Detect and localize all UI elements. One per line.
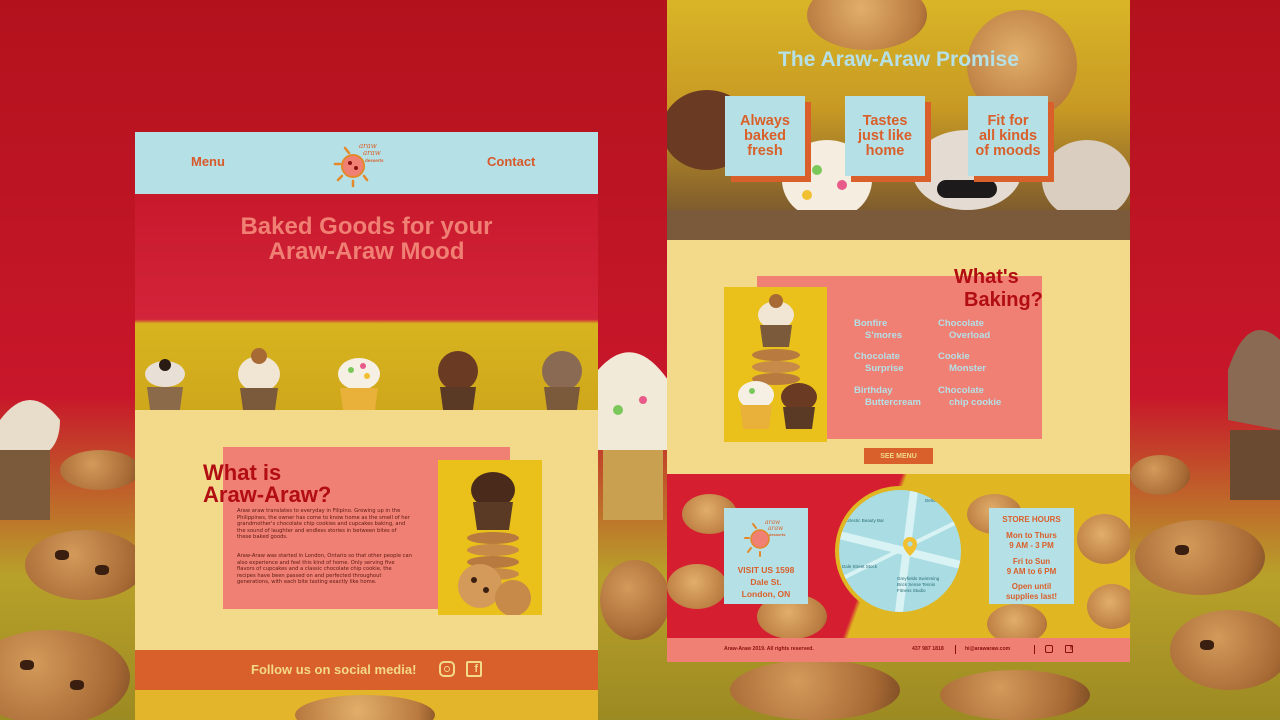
facebook-icon[interactable]: f <box>1065 645 1073 653</box>
footer-divider <box>1034 645 1035 654</box>
bg-cookie <box>600 560 670 640</box>
map-label: Dale Street Stock <box>842 564 878 569</box>
cupcake-image <box>338 358 380 410</box>
bg-cupcake <box>1228 330 1280 500</box>
instagram-icon[interactable] <box>1045 645 1053 653</box>
bg-cupcake <box>598 352 668 520</box>
hero-title: Baked Goods for your Araw-Araw Mood <box>135 214 598 264</box>
cookie-image <box>667 564 727 609</box>
flavor-item[interactable]: Cookie Monster <box>938 351 986 375</box>
cookie-image <box>987 604 1047 638</box>
baking-title: What's Baking? <box>954 266 1043 312</box>
map-label: Greyfields Swimming <box>897 576 940 581</box>
baking-title-line: What's <box>954 266 1019 288</box>
nav-contact-link[interactable]: Contact <box>487 154 535 169</box>
address: VISIT US 1598 Dale St. London, ON <box>737 565 795 599</box>
footer: Araw-Araw 2019. All rights reserved. 437… <box>667 638 1130 662</box>
svg-text:desserts: desserts <box>365 158 384 163</box>
about-paragraph: Araw-Araw was started in London, Ontario… <box>237 553 413 586</box>
copyright: Araw-Araw 2019. All rights reserved. <box>724 646 814 652</box>
facebook-icon[interactable]: f <box>466 661 482 677</box>
bg-cookie <box>1135 520 1265 595</box>
nav-bar: Menu araw araw desserts Contact <box>135 132 598 194</box>
araw-araw-logo: araw araw desserts <box>744 519 786 557</box>
bg-cookie <box>940 670 1090 720</box>
map-label: Brick Sense Tennis <box>897 582 936 587</box>
map-label: Dellorn <box>925 498 940 503</box>
about-title: What is Araw-Araw? <box>203 462 423 506</box>
flavor-item[interactable]: Bonfire S'mores <box>854 318 902 342</box>
nav-menu-link[interactable]: Menu <box>191 154 225 169</box>
map-label: Fitness Studio <box>897 588 926 593</box>
flavor-item[interactable]: Chocolate Surprise <box>854 351 904 375</box>
bg-cupcake <box>0 400 60 520</box>
footer-divider <box>955 645 956 654</box>
see-menu-button[interactable]: SEE MENU <box>864 448 933 464</box>
flavor-item[interactable]: Chocolate Overload <box>938 318 990 342</box>
hero-section: Baked Goods for your Araw-Araw Mood <box>135 194 598 410</box>
flavor-item[interactable]: Chocolate chip cookie <box>938 385 1001 409</box>
home-page-mockup: Menu araw araw desserts Contact Baked Go… <box>135 132 598 720</box>
bg-cookie <box>0 630 130 720</box>
about-paragraph: Araw araw translates to everyday in Fili… <box>237 508 410 541</box>
footer-image-strip <box>135 690 598 720</box>
cookie-image <box>807 0 927 50</box>
cupcake-image <box>542 351 582 410</box>
cupcake-image <box>238 348 280 410</box>
flavor-item[interactable]: Birthday Buttercream <box>854 385 921 409</box>
promise-card: Fit for all kinds of moods <box>968 96 1048 176</box>
hero-title-line: Araw-Araw Mood <box>268 238 465 265</box>
hours-weekend: Fri to Sun 9 AM to 6 PM <box>1006 557 1057 576</box>
about-title-line: What is <box>203 460 282 485</box>
bg-cookie <box>1130 455 1190 495</box>
svg-text:desserts: desserts <box>769 532 786 537</box>
bg-cookie <box>1170 610 1280 690</box>
social-text: Follow us on social media! <box>251 662 417 677</box>
svg-text:araw: araw <box>768 525 784 532</box>
social-bar: Follow us on social media! f <box>135 650 598 690</box>
bg-cookie <box>60 450 140 490</box>
hours-title: STORE HOURS <box>1002 515 1061 524</box>
phone: 437 987 1818 <box>912 646 944 652</box>
cupcake-tower-image <box>724 287 827 442</box>
cookie-image <box>1077 514 1130 564</box>
cupcake-stack-image <box>438 460 542 615</box>
promise-title: The Araw-Araw Promise <box>778 48 1019 71</box>
hours-weekday: Mon to Thurs 9 AM - 3 PM <box>1006 531 1057 550</box>
menu-page-mockup: The Araw-Araw Promise Always baked fresh T… <box>667 0 1130 662</box>
instagram-icon[interactable] <box>439 661 455 677</box>
hero-title-line: Baked Goods for your <box>240 213 493 240</box>
map-label: Eclectic Beauty Bar <box>845 518 885 523</box>
email-link[interactable]: hi@arawaraw.com <box>965 646 1010 652</box>
bg-cookie <box>730 660 900 720</box>
about-title-line: Araw-Araw? <box>203 482 332 507</box>
araw-araw-logo[interactable]: araw araw desserts <box>329 136 389 190</box>
promise-card: Always baked fresh <box>725 96 805 176</box>
hours-note: Open until supplies last! <box>1005 582 1058 601</box>
location-map[interactable]: Dellorn Eclectic Beauty Bar Dale Street … <box>835 486 965 616</box>
baking-title-line: Baking? <box>964 289 1043 311</box>
svg-text:araw: araw <box>363 149 381 157</box>
cupcake-image <box>438 351 478 410</box>
cupcake-image <box>145 359 185 410</box>
promise-card: Tastes just like home <box>845 96 925 176</box>
cookie-image <box>1087 584 1130 629</box>
